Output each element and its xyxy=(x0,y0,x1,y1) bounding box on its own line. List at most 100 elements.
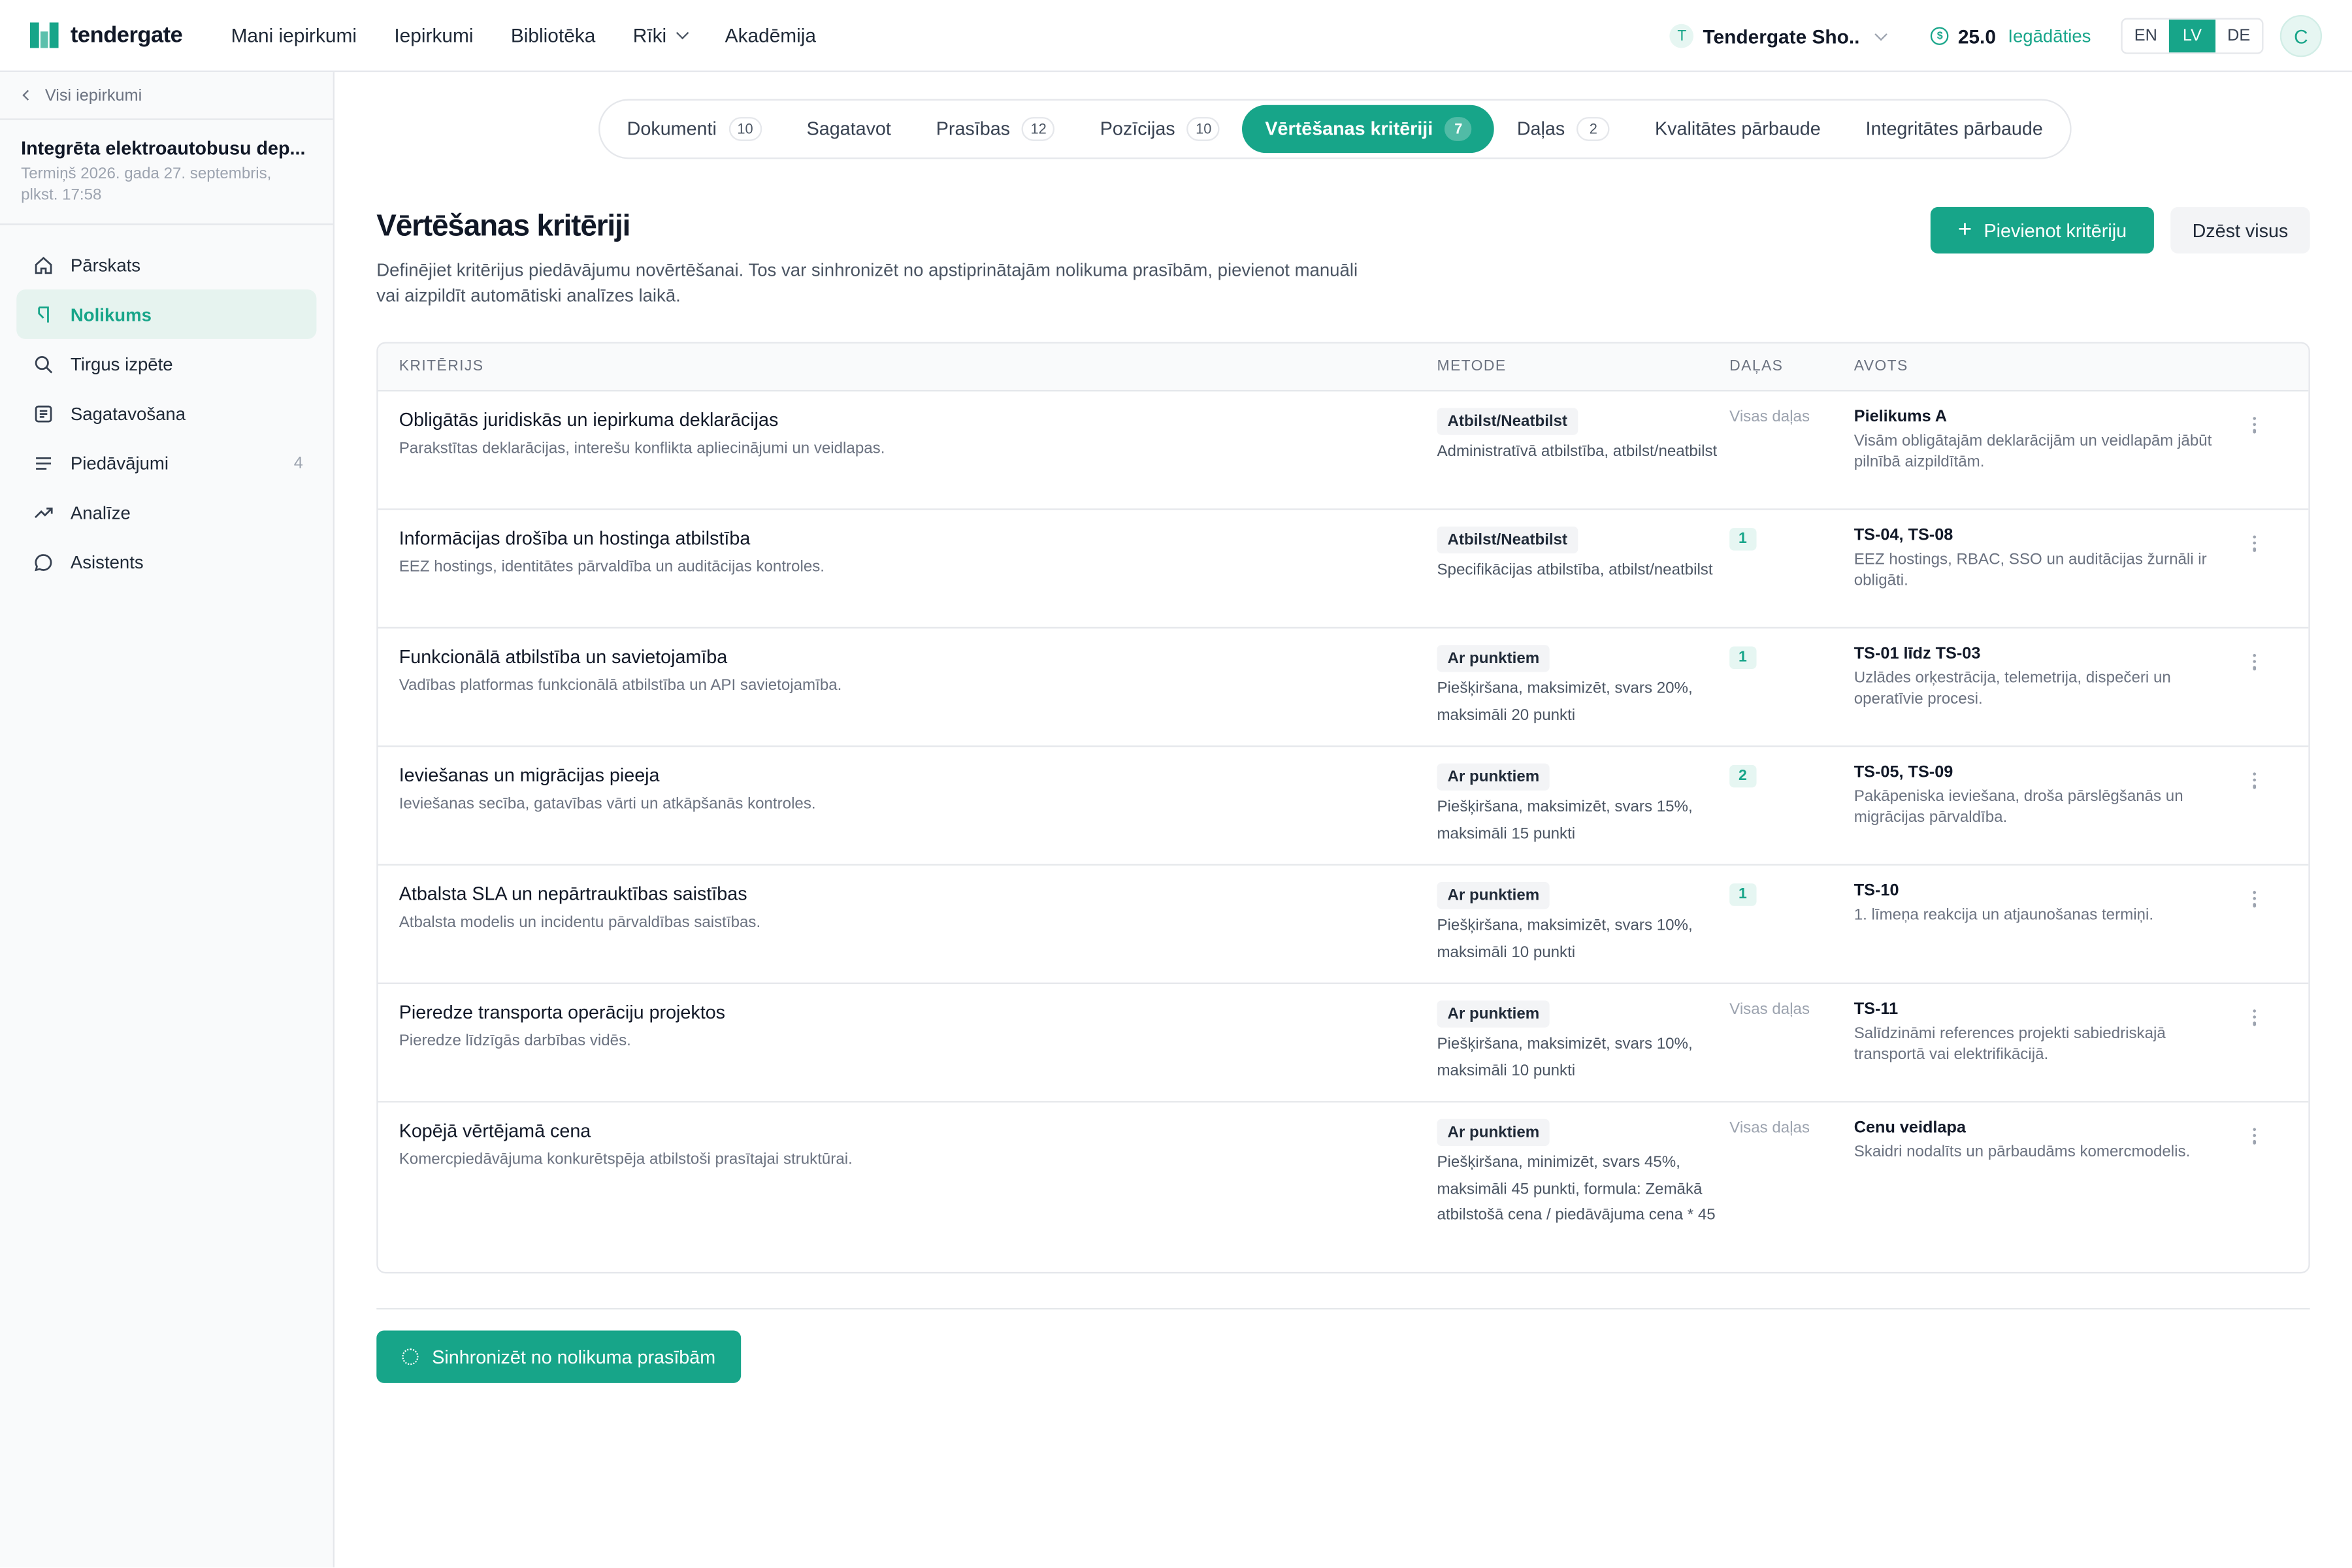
source-title: TS-11 xyxy=(1854,1000,1899,1019)
more-options-icon[interactable] xyxy=(2253,1128,2257,1147)
parts-all: Visas daļas xyxy=(1729,1119,1810,1137)
source-description: Salīdzināmi references projekti sabiedri… xyxy=(1854,1024,2166,1064)
source-cell: TS-01 līdz TS-03 Uzlādes orķestrācija, t… xyxy=(1854,629,2214,745)
nav-library[interactable]: Bibliotēka xyxy=(511,24,595,46)
sync-from-specification-button[interactable]: Sinhronizēt no nolikuma prasībām xyxy=(376,1330,742,1383)
back-to-all-tenders[interactable]: Visi iepirkumi xyxy=(0,72,333,120)
more-options-icon[interactable] xyxy=(2253,654,2257,673)
source-title: Cenu veidlapa xyxy=(1854,1119,1966,1137)
actions-cell xyxy=(2214,866,2309,983)
source-description: Uzlādes orķestrācija, telemetrija, dispe… xyxy=(1854,668,2171,708)
tab-prepare[interactable]: Sagatavot xyxy=(784,105,913,153)
method-badge: Ar punktiem xyxy=(1437,1119,1550,1147)
nav-my-tenders[interactable]: Mani iepirkumi xyxy=(231,24,357,46)
tab-positions[interactable]: Pozīcijas 10 xyxy=(1077,105,1243,153)
page-description: Definējiet kritērijus piedāvājumu novērt… xyxy=(376,259,1358,306)
tab-documents[interactable]: Dokumenti 10 xyxy=(604,105,784,153)
table-row: Kopējā vērtējamā cena Komercpiedāvājuma … xyxy=(378,1102,2309,1271)
criterion-name: Kopējā vērtējamā cena xyxy=(399,1120,591,1142)
nav-academy[interactable]: Akadēmija xyxy=(725,24,816,46)
sidebar-item-label: Tirgus izpēte xyxy=(70,353,173,374)
brand-logo[interactable]: tendergate xyxy=(29,22,231,48)
method-description: Piešķiršana, maksimizēt, svars 10%, maks… xyxy=(1437,1035,1693,1079)
top-bar: tendergate Mani iepirkumi Iepirkumi Bibl… xyxy=(0,0,2352,73)
tab-count: 10 xyxy=(728,117,762,141)
more-options-icon[interactable] xyxy=(2253,417,2257,436)
method-badge: Ar punktiem xyxy=(1437,763,1550,791)
lang-de[interactable]: DE xyxy=(2215,20,2262,53)
source-cell: TS-10 1. līmeņa reakcija un atjaunošanas… xyxy=(1854,866,2214,983)
buy-credits-link[interactable]: Iegādāties xyxy=(2008,25,2091,46)
method-badge: Atbilst/Neatbilst xyxy=(1437,408,1578,435)
criterion-description: Ieviešanas secība, gatavības vārti un at… xyxy=(399,794,816,813)
tab-requirements[interactable]: Prasības 12 xyxy=(913,105,1077,153)
method-badge: Ar punktiem xyxy=(1437,1000,1550,1028)
more-options-icon[interactable] xyxy=(2253,890,2257,910)
parts-cell: 2 xyxy=(1729,747,1854,864)
method-cell: Atbilst/Neatbilst Specifikācijas atbilst… xyxy=(1437,510,1729,627)
tab-count: 10 xyxy=(1187,117,1220,141)
lang-lv[interactable]: LV xyxy=(2168,19,2216,53)
edit-icon xyxy=(33,402,54,423)
workspace-badge: T xyxy=(1670,24,1694,48)
parts-cell: 1 xyxy=(1729,510,1854,627)
criterion-cell: Obligātās juridiskās un iepirkuma deklar… xyxy=(378,391,1437,508)
tab-label: Dokumenti xyxy=(627,118,717,140)
parts-all: Visas daļas xyxy=(1729,1000,1810,1019)
credits-value: 25.0 xyxy=(1957,24,1996,48)
sidebar-item-market-research[interactable]: Tirgus izpēte xyxy=(16,339,316,389)
actions-cell xyxy=(2214,984,2309,1101)
user-avatar[interactable]: C xyxy=(2279,14,2323,57)
criterion-description: EEZ hostings, identitātes pārvaldība un … xyxy=(399,558,825,576)
source-title: TS-05, TS-09 xyxy=(1854,763,1953,782)
tab-evaluation-criteria[interactable]: Vērtēšanas kritēriji 7 xyxy=(1242,105,1495,154)
method-badge: Ar punktiem xyxy=(1437,881,1550,909)
nav-tools[interactable]: Rīki xyxy=(633,24,690,46)
source-title: TS-10 xyxy=(1854,881,1899,900)
parts-cell: 1 xyxy=(1729,629,1854,745)
tab-lots[interactable]: Daļas 2 xyxy=(1494,105,1632,153)
project-info: Integrēta elektroautobusu dep... Termiņš… xyxy=(0,120,333,225)
sidebar-item-analysis[interactable]: Analīze xyxy=(16,487,316,537)
home-icon xyxy=(33,254,54,275)
more-options-icon[interactable] xyxy=(2253,1009,2257,1028)
more-options-icon[interactable] xyxy=(2253,772,2257,791)
header-source: AVOTS xyxy=(1854,358,1908,375)
method-cell: Ar punktiem Piešķiršana, maksimizēt, sva… xyxy=(1437,866,1729,983)
tab-count: 12 xyxy=(1022,117,1055,141)
add-criterion-button[interactable]: + Pievienot kritēriju xyxy=(1930,206,2154,254)
tab-count: 2 xyxy=(1576,117,1610,141)
sidebar-item-overview[interactable]: Pārskats xyxy=(16,240,316,289)
method-badge: Ar punktiem xyxy=(1437,645,1550,672)
criterion-description: Pieredze līdzīgās darbības vidēs. xyxy=(399,1032,631,1051)
nav-tenders[interactable]: Iepirkumi xyxy=(394,24,473,46)
sidebar-item-specification[interactable]: Nolikums xyxy=(16,289,317,339)
sidebar-item-label: Nolikums xyxy=(70,303,152,325)
sidebar-item-offers[interactable]: Piedāvājumi 4 xyxy=(16,438,316,487)
table-header: KRITĒRIJS METODE DAĻAS AVOTS xyxy=(378,343,2309,392)
document-icon xyxy=(33,304,54,325)
method-description: Piešķiršana, minimizēt, svars 45%, maksi… xyxy=(1437,1153,1716,1224)
sidebar-item-assistant[interactable]: Asistents xyxy=(16,537,316,587)
sidebar-nav: Pārskats Nolikums Tirgus izpēte Sagatavo… xyxy=(0,225,333,586)
criterion-description: Komercpiedāvājuma konkurētspēja atbilsto… xyxy=(399,1150,853,1169)
chevron-down-icon[interactable] xyxy=(1874,27,1888,41)
tab-quality-check[interactable]: Kvalitātes pārbaude xyxy=(1633,105,1844,153)
source-title: Pielikums A xyxy=(1854,408,1947,427)
header-parts: DAĻAS xyxy=(1729,358,1784,375)
delete-all-button[interactable]: Dzēst visus xyxy=(2170,206,2310,254)
lang-en[interactable]: EN xyxy=(2123,20,2169,53)
sidebar-item-preparation[interactable]: Sagatavošana xyxy=(16,389,316,438)
criterion-name: Funkcionālā atbilstība un savietojamība xyxy=(399,646,728,668)
parts-cell: Visas daļas xyxy=(1729,1102,1854,1271)
project-deadline: Termiņš 2026. gada 27. septembris, plkst… xyxy=(21,165,272,204)
source-cell: TS-04, TS-08 EEZ hostings, RBAC, SSO un … xyxy=(1854,510,2214,627)
divider xyxy=(376,1308,2310,1310)
workspace-switcher[interactable]: Tendergate Sho... xyxy=(1703,25,1859,47)
offers-count: 4 xyxy=(293,453,303,472)
tab-integrity-check[interactable]: Integritātes pārbaude xyxy=(1843,105,2065,153)
header-method: METODE xyxy=(1437,358,1507,375)
method-description: Administratīvā atbilstība, atbilst/neatb… xyxy=(1437,442,1718,461)
header-criterion: KRITĒRIJS xyxy=(399,358,484,375)
more-options-icon[interactable] xyxy=(2253,535,2257,555)
